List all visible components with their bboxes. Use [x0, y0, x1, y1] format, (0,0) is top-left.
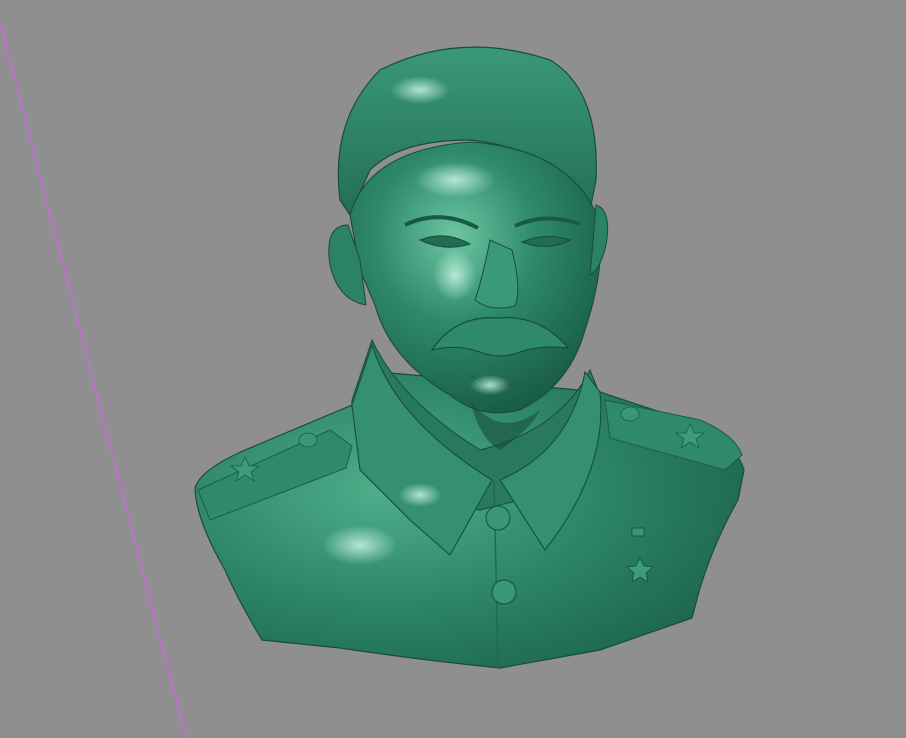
coat-button	[485, 505, 511, 531]
specular-highlight	[433, 249, 477, 301]
specular-highlight	[415, 162, 495, 198]
axis-line	[0, 21, 187, 738]
specular-highlight	[322, 525, 398, 565]
specular-highlight	[390, 76, 450, 104]
specular-highlight	[470, 375, 510, 395]
coat-button	[491, 579, 517, 605]
specular-highlight	[398, 483, 442, 507]
3d-viewport[interactable]	[0, 0, 906, 738]
medal-bar	[631, 527, 645, 537]
epaulette-button	[298, 432, 318, 448]
epaulette-button	[620, 406, 640, 422]
bust-model[interactable]	[194, 46, 745, 669]
viewport-canvas[interactable]	[0, 0, 906, 738]
